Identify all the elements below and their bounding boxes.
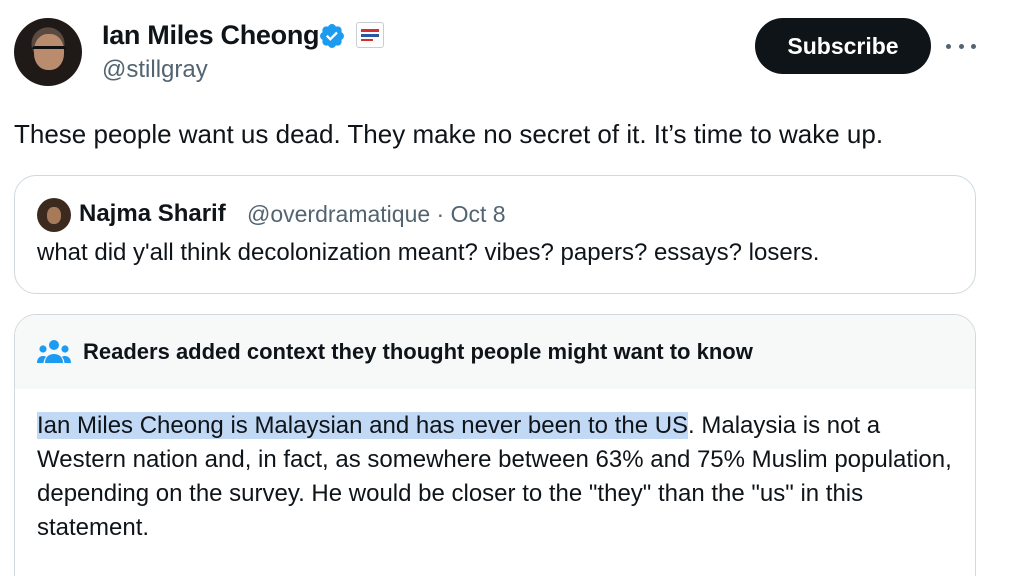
community-note: Readers added context they thought peopl… (14, 314, 976, 576)
author-avatar[interactable] (14, 18, 82, 86)
quoted-tweet[interactable]: Najma Sharif @overdramatique · Oct 8 wha… (14, 175, 976, 294)
author-name[interactable]: Ian Miles Cheong (102, 20, 320, 51)
quoted-avatar (37, 198, 71, 232)
quoted-handle-date: @overdramatique · Oct 8 (247, 201, 506, 227)
quoted-author-name: Najma Sharif (79, 200, 226, 227)
tweet-text: These people want us dead. They make no … (14, 119, 884, 149)
affiliate-badge-icon[interactable] (356, 22, 384, 48)
more-icon[interactable] (946, 36, 976, 56)
author-handle[interactable]: @stillgray (102, 56, 208, 84)
community-note-header: Readers added context they thought peopl… (15, 315, 975, 389)
readers-icon (37, 340, 71, 363)
note-highlighted-text: Ian Miles Cheong is Malaysian and has ne… (37, 412, 689, 439)
community-note-body: Ian Miles Cheong is Malaysian and has ne… (37, 409, 955, 545)
community-note-title: Readers added context they thought peopl… (83, 339, 753, 364)
quoted-text: what did y'all think decolonization mean… (37, 239, 820, 266)
subscribe-button[interactable]: Subscribe (755, 18, 931, 74)
verified-badge-icon (320, 24, 344, 48)
